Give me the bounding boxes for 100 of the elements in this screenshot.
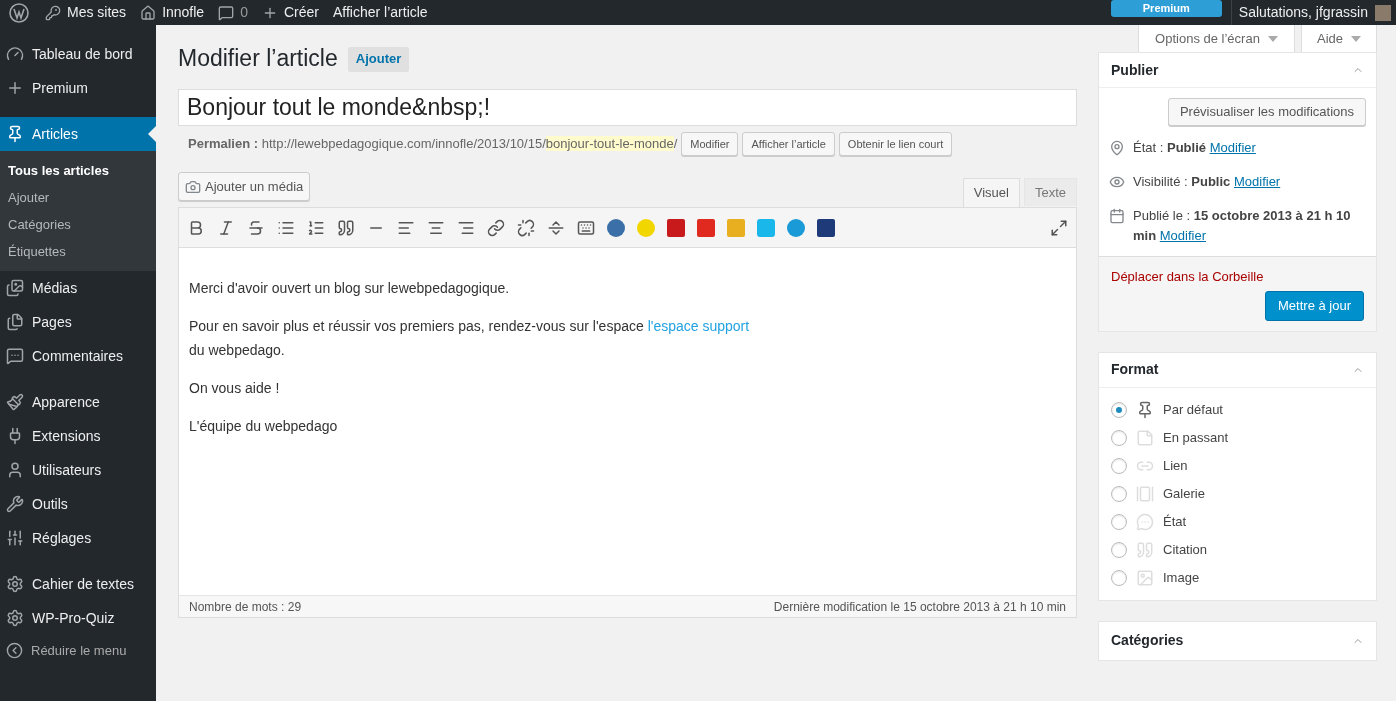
chat-bubble-icon <box>1136 512 1154 531</box>
pages-icon <box>6 313 24 331</box>
format-label: Galerie <box>1163 484 1205 503</box>
add-new-button[interactable]: Ajouter <box>347 46 410 72</box>
key-icon <box>45 4 61 21</box>
box-title: Format <box>1111 360 1159 379</box>
radio-button[interactable] <box>1111 569 1127 586</box>
publish-detail: Publié le : 15 octobre 2013 à 21 h 10 min Modifier <box>1133 207 1352 245</box>
publish-detail: Visibilité : Public Modifier <box>1133 173 1281 191</box>
radio-button[interactable] <box>1111 429 1127 446</box>
add-media-button[interactable]: Ajouter un média <box>178 172 311 201</box>
editor-tab[interactable]: Texte <box>1023 178 1077 206</box>
sidebar-item[interactable]: Tableau de bord <box>0 37 156 71</box>
user-icon <box>6 461 24 479</box>
strikethrough-icon[interactable] <box>247 218 265 237</box>
modify-link[interactable]: Modifier <box>1233 174 1281 189</box>
sidebar-item[interactable]: Pages <box>0 305 156 339</box>
radio-button[interactable] <box>1111 457 1127 474</box>
quote-icon <box>1136 540 1154 559</box>
sidebar-item[interactable]: Extensions <box>0 419 156 453</box>
last-modified-text: Dernière modification le 15 octobre 2013 à 21 h 10 min <box>773 598 1066 616</box>
format-label: Lien <box>1163 456 1188 475</box>
note-icon <box>1136 428 1154 447</box>
admin-bar-item[interactable]: Afficher l’article <box>326 0 435 25</box>
wrench-icon <box>6 495 24 513</box>
screen-tab-button[interactable]: Options de l’écran <box>1138 25 1295 54</box>
admin-bar-item[interactable]: 0 <box>211 0 255 25</box>
permalink-text: Permalien : http://lewebpedagogique.com/innofle/2013/10/15/bonjour-tout-le-monde/ <box>188 135 678 154</box>
eye-icon <box>1109 174 1125 190</box>
quote-icon[interactable] <box>337 218 355 237</box>
user-greeting[interactable]: Salutations, jfgrassin <box>1231 2 1375 23</box>
format-label: En passant <box>1163 428 1229 447</box>
sidebar-item[interactable]: Commentaires <box>0 339 156 373</box>
radio-button[interactable] <box>1111 513 1127 530</box>
brush-icon <box>6 393 24 411</box>
submenu-item[interactable]: Tous les articles <box>0 157 156 184</box>
admin-bar-item[interactable]: Mes sites <box>38 0 134 25</box>
wordpress-logo-icon[interactable] <box>9 2 29 23</box>
modify-link[interactable]: Modifier <box>1209 140 1256 155</box>
calendar-icon <box>1109 208 1125 224</box>
pin-icon <box>1136 400 1154 419</box>
screen-tab-button[interactable]: Aide <box>1301 25 1377 54</box>
link-icon[interactable] <box>487 218 505 237</box>
gear-icon <box>6 575 24 593</box>
comment-icon <box>218 4 235 21</box>
sidebar-item[interactable]: Articles <box>0 117 156 151</box>
media-icon <box>6 279 24 297</box>
sidebar-item[interactable]: Outils <box>0 487 156 521</box>
radio-button[interactable] <box>1111 485 1127 502</box>
numbered-list-icon[interactable] <box>307 218 325 237</box>
sidebar-item[interactable]: Utilisateurs <box>0 453 156 487</box>
sidebar-item[interactable]: Premium <box>0 71 156 105</box>
preview-button[interactable]: Prévisualiser les modifications <box>1167 98 1366 126</box>
trash-link[interactable]: Déplacer dans la Corbeille <box>1111 267 1364 287</box>
editor-tab[interactable]: Visuel <box>962 178 1020 207</box>
sidebar-item[interactable]: WP-Pro-Quiz <box>0 601 156 635</box>
submenu-item[interactable]: Étiquettes <box>0 238 156 265</box>
permalink-button[interactable]: Afficher l’article <box>742 132 835 156</box>
collapse-icon <box>6 642 23 660</box>
caret-icon <box>1267 36 1278 42</box>
title-input[interactable]: Bonjour tout le monde&nbsp;! <box>178 89 1077 126</box>
comment-icon <box>6 347 24 365</box>
permalink-button[interactable]: Obtenir le lien court <box>838 132 953 156</box>
fullscreen-icon[interactable] <box>1050 218 1068 237</box>
format-label: Citation <box>1163 540 1208 559</box>
sidebar-item[interactable]: Réglages <box>0 521 156 555</box>
caret-icon <box>1351 36 1361 42</box>
unlink-icon[interactable] <box>517 218 535 237</box>
gallery-icon <box>1136 484 1154 503</box>
modify-link[interactable]: Modifier <box>1159 228 1206 243</box>
admin-bar-item[interactable]: Innofle <box>133 0 212 25</box>
editor-paragraph: L'équipe du webpedago <box>189 417 339 436</box>
media-icon <box>185 178 201 195</box>
editor-paragraph: On vous aide ! <box>189 379 281 398</box>
submenu-item[interactable]: Ajouter <box>0 184 156 211</box>
keyboard-icon[interactable] <box>577 218 595 237</box>
radio-button[interactable] <box>1111 401 1127 418</box>
format-label: Image <box>1163 568 1200 587</box>
current-marker-icon <box>148 126 156 142</box>
editor-paragraph: Merci d'avoir ouvert un blog sur lewebpedagogique. <box>189 279 511 298</box>
radio-button[interactable] <box>1111 541 1127 558</box>
permalink-button[interactable]: Modifier <box>681 132 739 156</box>
box-title: Catégories <box>1111 631 1184 650</box>
format-label: État <box>1163 512 1187 531</box>
sidebar-item[interactable]: Apparence <box>0 385 156 419</box>
gauge-icon <box>6 45 24 63</box>
read-more-icon[interactable] <box>547 218 565 237</box>
sidebar-item[interactable]: Cahier de textes <box>0 567 156 601</box>
italic-icon[interactable] <box>217 218 235 237</box>
publish-detail: État : Publié Modifier <box>1133 139 1256 157</box>
sidebar-item[interactable]: Médias <box>0 271 156 305</box>
collapse-menu-button[interactable]: Réduire le menu <box>0 641 156 661</box>
home-icon <box>140 4 157 21</box>
gear-icon <box>6 609 24 627</box>
image-icon <box>1136 568 1154 587</box>
update-button[interactable]: Mettre à jour <box>1265 290 1364 321</box>
submenu-item[interactable]: Catégories <box>0 211 156 238</box>
format-label: Par défaut <box>1163 400 1223 419</box>
editor-paragraph: Pour en savoir plus et réussir vos premiers pas, rendez-vous sur l'espace l'espace support du webpedago. <box>189 317 751 360</box>
admin-bar-item[interactable]: Créer <box>254 0 326 25</box>
